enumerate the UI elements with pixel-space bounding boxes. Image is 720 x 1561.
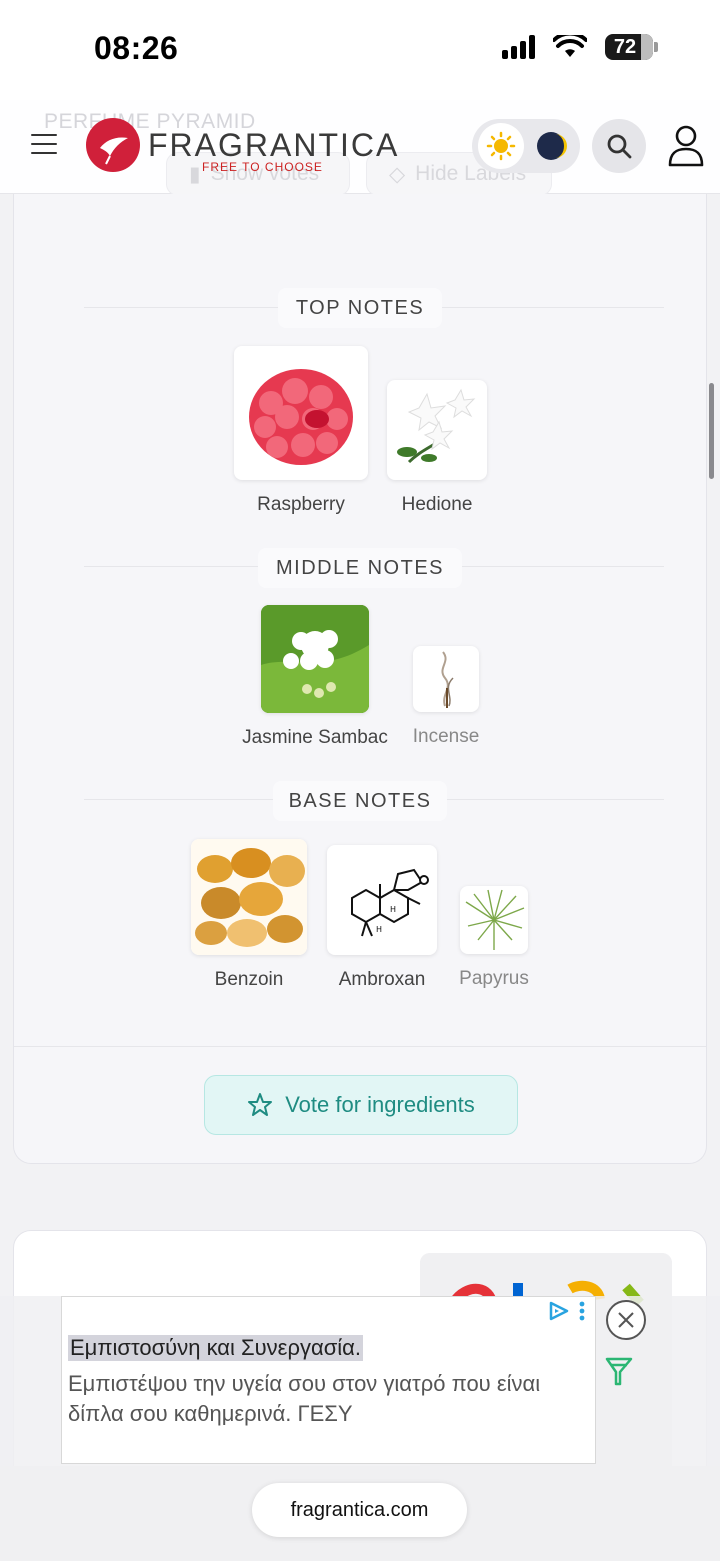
ad-body-text[interactable]: Εμπιστέψου την υγεία σου στον γιατρό που…	[68, 1369, 578, 1429]
base-notes-heading: BASE NOTES	[273, 781, 447, 821]
note-benzoin[interactable]: Benzoin	[190, 839, 308, 991]
svg-text:H: H	[390, 905, 396, 914]
papyrus-plant-icon	[460, 886, 528, 954]
tag-icon: ◇	[389, 162, 406, 186]
note-papyrus[interactable]: Papyrus	[454, 886, 534, 990]
scrollbar[interactable]	[709, 383, 714, 479]
top-notes-heading: TOP NOTES	[278, 288, 442, 328]
moon-icon[interactable]	[528, 123, 574, 169]
fragrantica-logo-icon[interactable]	[86, 118, 140, 172]
note-name: Ambroxan	[338, 969, 426, 990]
ad-close-button[interactable]	[606, 1300, 646, 1340]
note-incense[interactable]: Incense	[406, 646, 486, 748]
ad-headline[interactable]: Εμπιστοσύνη και Συνεργασία.	[68, 1335, 363, 1361]
molecule-icon: H H	[327, 845, 437, 955]
star-icon	[248, 1093, 273, 1116]
ad-banner[interactable]: Εμπιστοσύνη και Συνεργασία. Εμπιστέψου τ…	[61, 1296, 596, 1464]
search-icon	[607, 134, 632, 159]
address-bar[interactable]: fragrantica.com	[252, 1483, 467, 1537]
vote-button-label: Vote for ingredients	[285, 1092, 475, 1117]
address-bar-url: fragrantica.com	[290, 1498, 429, 1521]
vote-for-ingredients-button[interactable]: Vote for ingredients	[204, 1075, 518, 1135]
cellular-signal-icon	[502, 35, 535, 59]
site-header: PERFUME PYRAMID ▮ Show votes ◇ Hide Labe…	[0, 100, 720, 196]
incense-icon	[413, 646, 479, 712]
note-name: Raspberry	[257, 494, 345, 515]
note-name: Papyrus	[459, 968, 529, 989]
jasmine-flower-icon	[387, 380, 487, 480]
logo-tagline: FREE TO CHOOSE	[202, 160, 323, 174]
battery-level: 72	[613, 35, 637, 58]
jasmine-sambac-icon	[261, 605, 369, 713]
user-account-icon[interactable]	[666, 124, 706, 168]
wifi-icon	[553, 35, 587, 57]
theme-toggle[interactable]	[472, 119, 580, 173]
note-name: Incense	[412, 726, 480, 747]
raspberry-icon	[234, 346, 368, 480]
status-bar: 08:26 72	[0, 0, 720, 100]
note-raspberry[interactable]: Raspberry	[233, 346, 369, 516]
benzoin-resin-icon	[191, 839, 307, 955]
adchoices-icon[interactable]	[547, 1301, 585, 1321]
note-name: Jasmine Sambac	[242, 727, 388, 748]
note-ambroxan[interactable]: H H Ambroxan	[324, 845, 440, 991]
search-button[interactable]	[592, 119, 646, 173]
note-jasmine-sambac[interactable]: Jasmine Sambac	[240, 605, 390, 749]
status-time: 08:26	[94, 30, 179, 66]
note-hedione[interactable]: Hedione	[386, 380, 488, 516]
perfume-pyramid-card: TOP NOTES Raspberry Hedione MIDDLE NOTES…	[13, 194, 707, 1164]
note-name: Benzoin	[214, 969, 284, 990]
close-icon	[618, 1312, 634, 1328]
ad-network-logo-icon[interactable]	[604, 1356, 634, 1386]
note-name: Hedione	[401, 494, 473, 515]
bar-chart-icon: ▮	[189, 162, 201, 186]
menu-icon[interactable]	[31, 134, 57, 154]
middle-notes-heading: MIDDLE NOTES	[258, 548, 462, 588]
logo-wordmark[interactable]: FRAGRANTICA	[148, 127, 399, 164]
svg-text:H: H	[376, 925, 382, 934]
battery-icon: 72	[605, 34, 653, 60]
sun-icon[interactable]	[478, 123, 524, 169]
